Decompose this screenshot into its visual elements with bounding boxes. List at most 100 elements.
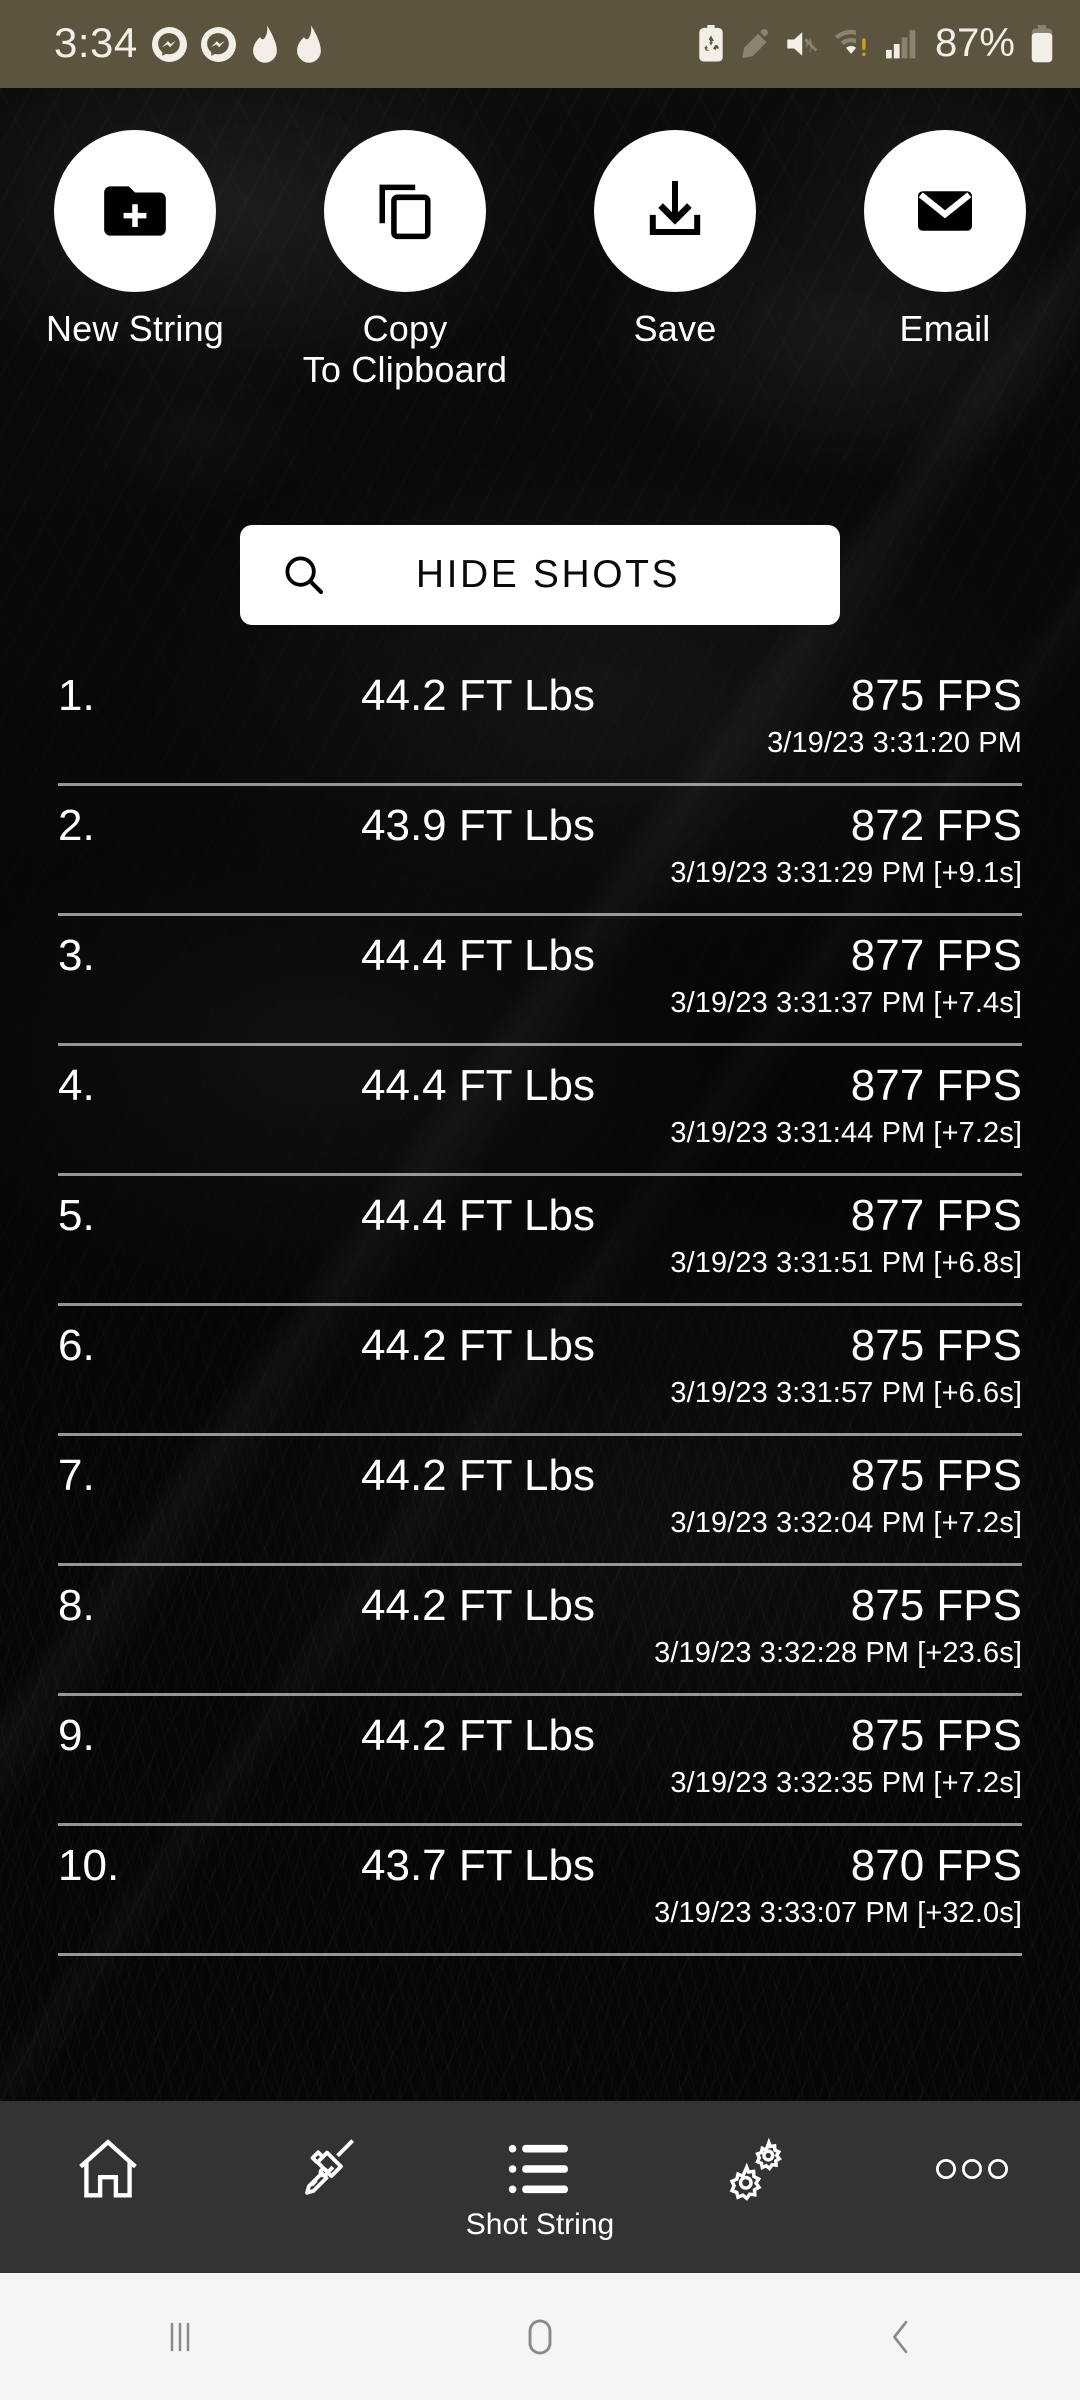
new-string-label: New String [45, 308, 225, 349]
shot-speed: 872 FPS [850, 801, 1022, 850]
rifle-icon [287, 2133, 361, 2205]
shot-index: 9. [58, 1711, 95, 1760]
shot-index: 8. [58, 1581, 95, 1630]
shot-timestamp: 3/19/23 3:32:28 PM [+23.6s] [654, 1637, 1022, 1669]
shot-index: 2. [58, 801, 95, 850]
shot-energy: 44.2 FT Lbs [361, 1711, 595, 1760]
shot-energy: 44.2 FT Lbs [361, 1581, 595, 1630]
shot-row[interactable]: 10. 43.7 FT Lbs 870 FPS 3/19/23 3:33:07 PM … [0, 1826, 1080, 1956]
folder-plus-icon [54, 130, 216, 292]
save-label: Save [633, 308, 717, 349]
shot-row[interactable]: 6. 44.2 FT Lbs 875 FPS 3/19/23 3:31:57 PM [… [0, 1306, 1080, 1436]
shot-index: 7. [58, 1451, 95, 1500]
download-icon [594, 130, 756, 292]
shot-row-main: 5. 44.4 FT Lbs 877 FPS [58, 1190, 1022, 1242]
shot-speed: 875 FPS [850, 1581, 1022, 1630]
shot-row[interactable]: 4. 44.4 FT Lbs 877 FPS 3/19/23 3:31:44 PM [… [0, 1046, 1080, 1176]
shot-row[interactable]: 9. 44.2 FT Lbs 875 FPS 3/19/23 3:32:35 PM [… [0, 1696, 1080, 1826]
home-icon [73, 2133, 143, 2205]
list-icon [507, 2133, 573, 2205]
main-content: New String Copy To Clipboard Save Email … [0, 88, 1080, 2101]
shot-row[interactable]: 3. 44.4 FT Lbs 877 FPS 3/19/23 3:31:37 PM [… [0, 916, 1080, 1046]
wifi-warning-icon [834, 29, 871, 59]
status-bar-left: 3:34 [54, 18, 324, 67]
shot-timestamp: 3/19/23 3:31:44 PM [+7.2s] [670, 1117, 1022, 1149]
shot-row[interactable]: 7. 44.2 FT Lbs 875 FPS 3/19/23 3:32:04 PM [… [0, 1436, 1080, 1566]
save-button[interactable]: Save [540, 130, 810, 390]
nav-item-more[interactable] [864, 2101, 1080, 2273]
shot-timestamp: 3/19/23 3:31:37 PM [+7.4s] [670, 987, 1022, 1019]
nav-item-shot-string[interactable]: Shot String [432, 2101, 648, 2273]
shot-speed: 870 FPS [850, 1841, 1022, 1890]
gears-icon [720, 2133, 792, 2205]
shot-row[interactable]: 8. 44.2 FT Lbs 875 FPS 3/19/23 3:32:28 PM [… [0, 1566, 1080, 1696]
more-dots-icon [934, 2133, 1010, 2205]
shot-energy: 44.2 FT Lbs [361, 1321, 595, 1370]
nav-item-settings[interactable] [648, 2101, 864, 2273]
shot-speed: 875 FPS [850, 1711, 1022, 1760]
signal-bars-icon [885, 29, 920, 59]
shot-speed: 875 FPS [850, 1321, 1022, 1370]
system-navigation-bar [0, 2273, 1080, 2400]
shot-row[interactable]: 5. 44.4 FT Lbs 877 FPS 3/19/23 3:31:51 PM [… [0, 1176, 1080, 1306]
shot-index: 1. [58, 671, 95, 720]
battery-percent-label: 87% [934, 21, 1015, 65]
shot-index: 5. [58, 1191, 95, 1240]
shot-string-list: 1. 44.2 FT Lbs 875 FPS 3/19/23 3:31:20 PM 2.… [0, 656, 1080, 1956]
copy-to-clipboard-button[interactable]: Copy To Clipboard [270, 130, 540, 390]
shot-energy: 43.9 FT Lbs [361, 801, 595, 850]
battery-icon [1030, 25, 1054, 63]
flame-icon [250, 25, 280, 63]
status-bar-right: 87% [696, 23, 1054, 65]
shot-timestamp: 3/19/23 3:31:51 PM [+6.8s] [670, 1247, 1022, 1279]
status-bar-clock: 3:34 [54, 18, 138, 66]
mute-icon [786, 29, 820, 59]
messenger-icon [151, 26, 187, 62]
shot-timestamp: 3/19/23 3:31:57 PM [+6.6s] [670, 1377, 1022, 1409]
shot-energy: 44.2 FT Lbs [361, 671, 595, 720]
copy-icon [324, 130, 486, 292]
shot-row-main: 7. 44.2 FT Lbs 875 FPS [58, 1450, 1022, 1502]
shot-row-main: 6. 44.2 FT Lbs 875 FPS [58, 1320, 1022, 1372]
messenger-icon [200, 26, 236, 62]
shot-speed: 875 FPS [850, 1451, 1022, 1500]
shot-timestamp: 3/19/23 3:33:07 PM [+32.0s] [654, 1897, 1022, 1929]
status-bar: 3:34 87% [0, 0, 1080, 88]
shot-speed: 877 FPS [850, 1061, 1022, 1110]
shot-timestamp: 3/19/23 3:32:04 PM [+7.2s] [670, 1507, 1022, 1539]
shot-speed: 875 FPS [850, 671, 1022, 720]
shot-row-main: 3. 44.4 FT Lbs 877 FPS [58, 930, 1022, 982]
shot-row[interactable]: 1. 44.2 FT Lbs 875 FPS 3/19/23 3:31:20 PM [0, 656, 1080, 786]
email-label: Email [899, 308, 991, 349]
flame-icon [294, 25, 324, 63]
email-button[interactable]: Email [810, 130, 1080, 390]
shot-row-main: 2. 43.9 FT Lbs 872 FPS [58, 800, 1022, 852]
copy-to-clipboard-label: Copy To Clipboard [302, 308, 508, 390]
shot-index: 10. [58, 1841, 120, 1890]
new-string-button[interactable]: New String [0, 130, 270, 390]
home-pill-icon[interactable] [360, 2273, 720, 2400]
nav-item-rifle[interactable] [216, 2101, 432, 2273]
nav-item-home[interactable] [0, 2101, 216, 2273]
envelope-icon [864, 130, 1026, 292]
action-button-row: New String Copy To Clipboard Save Email [0, 130, 1080, 390]
battery-saver-icon [696, 25, 726, 63]
back-chevron-icon[interactable] [720, 2273, 1080, 2400]
shot-row[interactable]: 2. 43.9 FT Lbs 872 FPS 3/19/23 3:31:29 PM [… [0, 786, 1080, 916]
shot-index: 6. [58, 1321, 95, 1370]
nav-label-shot-string: Shot String [465, 2208, 615, 2241]
shot-index: 4. [58, 1061, 95, 1110]
shot-index: 3. [58, 931, 95, 980]
shot-speed: 877 FPS [850, 1191, 1022, 1240]
shot-row-separator [58, 1953, 1022, 1956]
shot-row-main: 10. 43.7 FT Lbs 870 FPS [58, 1840, 1022, 1892]
search-icon [280, 551, 328, 599]
shot-row-main: 4. 44.4 FT Lbs 877 FPS [58, 1060, 1022, 1112]
shot-timestamp: 3/19/23 3:31:29 PM [+9.1s] [670, 857, 1022, 889]
hide-shots-button[interactable]: HIDE SHOTS [240, 525, 840, 625]
shot-energy: 44.4 FT Lbs [361, 1191, 595, 1240]
shot-row-main: 8. 44.2 FT Lbs 875 FPS [58, 1580, 1022, 1632]
recents-icon[interactable] [0, 2273, 360, 2400]
shot-row-main: 9. 44.2 FT Lbs 875 FPS [58, 1710, 1022, 1762]
hide-shots-label: HIDE SHOTS [415, 553, 681, 596]
